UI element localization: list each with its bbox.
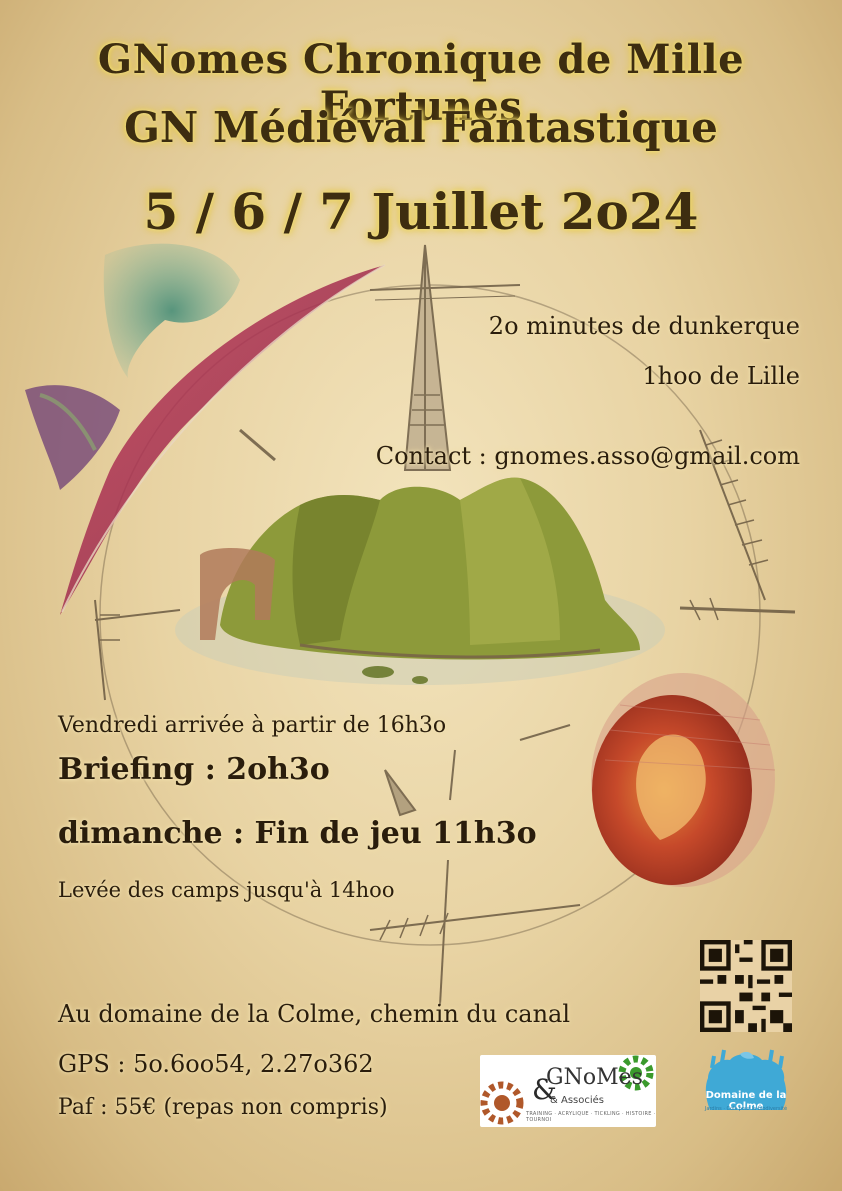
event-dates: 5 / 6 / 7 Juillet 2o24	[143, 182, 699, 241]
event-genre: GN Médiéval Fantastique	[124, 103, 718, 152]
camps-time: Levée des camps jusqu'à 14hoo	[58, 878, 395, 902]
poster: GNomes Chronique de Mille Fortunes GN Mé…	[0, 0, 842, 1191]
end-time: dimanche : Fin de jeu 11h3o	[58, 816, 537, 851]
venue-address: Au domaine de la Colme, chemin du canal	[58, 1000, 571, 1028]
gnomes-associes-logo: & GNoMes & Associés TRAINING · ACRYLIQUE…	[480, 1055, 656, 1127]
distance-dunkerque: 2o minutes de dunkerque	[488, 312, 800, 340]
price: Paf : 55€ (repas non compris)	[58, 1095, 388, 1120]
gps-coordinates: GPS : 5o.6oo54, 2.27o362	[58, 1050, 374, 1078]
qr-code[interactable]	[700, 940, 792, 1032]
gnomes-logo-text: GNoMes	[546, 1065, 643, 1090]
colme-logo-tagline: Jardins · Cols pour la biodiversité	[704, 1106, 788, 1112]
gnomes-logo-subtitle: & Associés	[550, 1095, 604, 1106]
briefing-time: Briefing : 2oh3o	[58, 752, 330, 787]
gnomes-logo-tagline: TRAINING · ACRYLIQUE · TICKLING · HISTOI…	[526, 1111, 656, 1123]
distance-lille: 1hoo de Lille	[642, 362, 800, 390]
domaine-colme-logo: Domaine de la Colme Jardins · Cols pour …	[700, 1048, 792, 1136]
contact-email: Contact : gnomes.asso@gmail.com	[375, 442, 800, 470]
arrival-time: Vendredi arrivée à partir de 16h3o	[58, 713, 447, 738]
